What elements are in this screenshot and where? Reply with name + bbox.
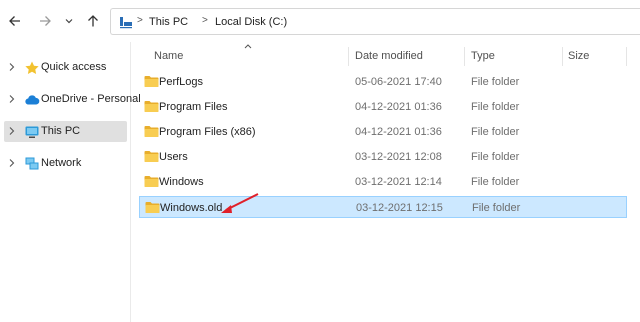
chevron-right-icon[interactable] bbox=[8, 94, 16, 104]
folder-icon bbox=[144, 151, 159, 162]
arrow-up-icon bbox=[88, 15, 98, 27]
network-icon bbox=[25, 157, 39, 170]
file-name: Program Files bbox=[159, 101, 228, 113]
address-bar[interactable]: > This PC > Local Disk (C:) bbox=[110, 8, 640, 35]
column-header-name[interactable]: Name bbox=[154, 50, 183, 62]
forward-button[interactable] bbox=[34, 10, 56, 32]
file-type: File folder bbox=[471, 126, 520, 138]
breadcrumb-separator: > bbox=[137, 15, 143, 26]
back-button[interactable] bbox=[4, 10, 26, 32]
recent-locations-button[interactable] bbox=[58, 10, 80, 32]
file-date-modified: 03-12-2021 12:14 bbox=[355, 176, 442, 188]
file-row[interactable]: Windows 03-12-2021 12:14 File folder bbox=[139, 171, 627, 193]
folder-icon bbox=[144, 76, 159, 87]
file-row[interactable]: Program Files 04-12-2021 01:36 File fold… bbox=[139, 96, 627, 118]
folder-icon bbox=[145, 202, 160, 213]
up-button[interactable] bbox=[82, 10, 104, 32]
file-type: File folder bbox=[471, 151, 520, 163]
folder-icon bbox=[144, 101, 159, 112]
file-name: PerfLogs bbox=[159, 76, 204, 88]
file-type: File folder bbox=[471, 176, 520, 188]
file-row[interactable]: PerfLogs 05-06-2021 17:40 File folder bbox=[139, 71, 627, 93]
column-divider[interactable] bbox=[562, 47, 563, 66]
breadcrumb-this-pc[interactable]: This PC bbox=[149, 16, 188, 28]
navigation-pane: Quick access OneDrive - Personal This PC… bbox=[0, 42, 141, 322]
file-date-modified: 04-12-2021 01:36 bbox=[355, 101, 442, 113]
chevron-right-icon[interactable] bbox=[8, 62, 16, 72]
chevron-down-icon bbox=[65, 19, 73, 24]
sort-ascending-icon bbox=[244, 44, 252, 49]
cloud-icon bbox=[25, 95, 40, 105]
column-divider[interactable] bbox=[348, 47, 349, 66]
navigation-bar: > This PC > Local Disk (C:) bbox=[0, 0, 640, 42]
file-date-modified: 05-06-2021 17:40 bbox=[355, 76, 442, 88]
chevron-right-icon[interactable] bbox=[8, 126, 16, 136]
column-header-type[interactable]: Type bbox=[471, 50, 495, 62]
arrow-left-icon bbox=[9, 16, 20, 26]
sidebar-item-network[interactable]: Network bbox=[4, 153, 127, 174]
monitor-icon bbox=[25, 126, 39, 138]
sidebar-item-label: OneDrive - Personal bbox=[41, 93, 141, 105]
sidebar-item-label: Quick access bbox=[41, 61, 107, 73]
column-header-size[interactable]: Size bbox=[568, 50, 589, 62]
file-row-selected[interactable]: Windows.old 03-12-2021 12:15 File folder bbox=[139, 196, 627, 218]
sidebar-item-this-pc[interactable]: This PC bbox=[4, 121, 127, 142]
file-date-modified: 03-12-2021 12:08 bbox=[355, 151, 442, 163]
column-header-date-modified[interactable]: Date modified bbox=[355, 50, 423, 62]
file-name: Windows bbox=[159, 176, 204, 188]
column-divider[interactable] bbox=[464, 47, 465, 66]
file-row[interactable]: Program Files (x86) 04-12-2021 01:36 Fil… bbox=[139, 121, 627, 143]
folder-icon bbox=[144, 126, 159, 137]
file-type: File folder bbox=[472, 202, 521, 214]
folder-icon bbox=[144, 176, 159, 187]
arrow-right-icon bbox=[40, 16, 51, 26]
breadcrumb-local-disk[interactable]: Local Disk (C:) bbox=[215, 16, 287, 28]
sidebar-item-quick-access[interactable]: Quick access bbox=[4, 57, 127, 78]
file-name: Users bbox=[159, 151, 188, 163]
sidebar-item-label: This PC bbox=[41, 125, 81, 137]
file-date-modified: 04-12-2021 01:36 bbox=[355, 126, 442, 138]
breadcrumb-separator: > bbox=[202, 15, 208, 26]
annotation-arrow-icon bbox=[221, 193, 259, 213]
file-name: Program Files (x86) bbox=[159, 126, 256, 138]
sidebar-item-onedrive[interactable]: OneDrive - Personal bbox=[4, 89, 141, 110]
star-icon bbox=[25, 61, 39, 74]
file-type: File folder bbox=[471, 76, 520, 88]
file-type: File folder bbox=[471, 101, 520, 113]
sidebar-item-label: Network bbox=[41, 157, 82, 169]
file-row[interactable]: Users 03-12-2021 12:08 File folder bbox=[139, 146, 627, 168]
column-divider[interactable] bbox=[626, 47, 627, 66]
chevron-right-icon[interactable] bbox=[8, 158, 16, 168]
file-name: Windows.old bbox=[160, 202, 223, 214]
file-date-modified: 03-12-2021 12:15 bbox=[356, 202, 443, 214]
this-pc-icon bbox=[120, 17, 132, 29]
